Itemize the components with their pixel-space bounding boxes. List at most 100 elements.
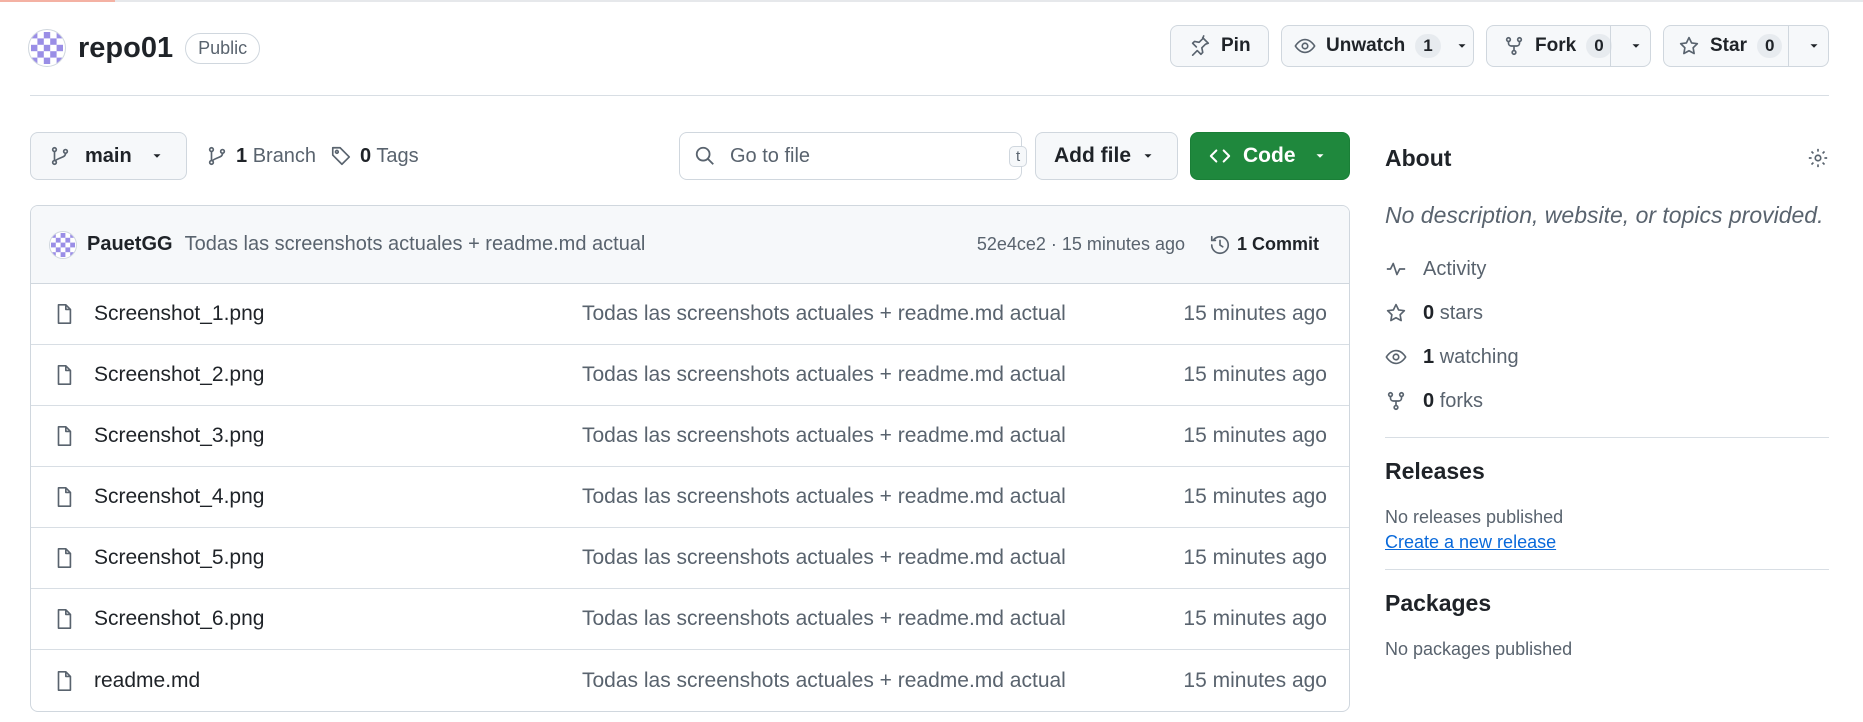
file-name-link[interactable]: Screenshot_2.png [94,363,264,387]
file-row[interactable]: readme.md Todas las screenshots actuales … [31,650,1349,711]
activity-label: Activity [1423,257,1487,280]
file-commit-message[interactable]: Todas las screenshots actuales + readme.… [582,546,1066,570]
watching-word: watching [1439,345,1519,368]
pulse-icon [1385,258,1407,280]
sidebar-divider [1385,569,1829,570]
fork-button[interactable]: Fork 0 [1487,26,1612,66]
file-commit-time: 15 minutes ago [1183,607,1327,630]
fork-dropdown-button[interactable] [1610,26,1661,66]
commit-hash-time[interactable]: 52e4ce2 · 15 minutes ago [977,234,1185,255]
stars-count: 0 [1423,301,1435,324]
releases-section: Releases No releases published Create a … [1385,458,1829,553]
gear-icon[interactable] [1807,147,1829,169]
commit-author-link[interactable]: PauetGG [87,233,173,256]
tag-word: Tags [376,144,419,167]
header-divider [30,95,1829,96]
releases-empty: No releases published [1385,507,1564,527]
chevron-down-icon [1625,35,1647,57]
stars-link[interactable]: 0 stars [1385,291,1829,335]
star-button[interactable]: Star 0 [1664,26,1788,66]
branch-name: main [85,144,132,167]
create-release-link[interactable]: Create a new release [1385,532,1556,553]
star-label: Star [1710,35,1747,56]
releases-title[interactable]: Releases [1385,458,1829,485]
watching-link[interactable]: 1 watching [1385,335,1829,379]
commit-count-label: 1 Commit [1236,234,1319,254]
about-description: No description, website, or topics provi… [1385,202,1824,228]
file-name-link[interactable]: Screenshot_6.png [94,607,264,631]
branch-count: 1 [236,144,248,167]
file-commit-message[interactable]: Todas las screenshots actuales + readme.… [582,485,1066,509]
file-name-link[interactable]: readme.md [94,669,200,693]
file-name-link[interactable]: Screenshot_3.png [94,424,264,448]
file-icon [53,608,75,630]
branch-icon [206,145,228,167]
file-row[interactable]: Screenshot_6.png Todas las screenshots ac… [31,589,1349,650]
eye-icon [1385,346,1407,368]
file-commit-message[interactable]: Todas las screenshots actuales + readme.… [582,607,1066,631]
eye-icon [1294,35,1316,57]
forks-count: 0 [1423,389,1435,412]
star-icon [1678,35,1700,57]
about-title: About [1385,144,1452,171]
activity-link[interactable]: Activity [1385,247,1829,291]
file-commit-time: 15 minutes ago [1183,363,1327,386]
star-button-group: Star 0 [1663,25,1829,67]
code-icon [1209,145,1231,167]
unwatch-button[interactable]: Unwatch 1 [1281,25,1474,67]
branch-word: Branch [252,144,317,167]
file-name-link[interactable]: Screenshot_1.png [94,302,264,326]
file-list: PauetGG Todas las screenshots actuales +… [30,205,1350,712]
shortcut-hint: t [1009,145,1028,167]
search-icon [694,145,716,167]
file-row[interactable]: Screenshot_5.png Todas las screenshots ac… [31,528,1349,589]
packages-title[interactable]: Packages [1385,590,1829,617]
repo-actions: Pin Unwatch 1 Fork 0 Star 0 [1170,25,1829,67]
go-to-file-search: t [679,132,1028,180]
file-name-link[interactable]: Screenshot_5.png [94,546,264,570]
tag-icon [330,145,352,167]
latest-commit-bar: PauetGG Todas las screenshots actuales +… [31,206,1349,284]
file-commit-time: 15 minutes ago [1183,302,1327,325]
star-count: 0 [1756,34,1783,58]
file-commit-message[interactable]: Todas las screenshots actuales + readme.… [582,363,1066,387]
code-label: Code [1243,144,1296,167]
add-file-button[interactable]: Add file [1035,132,1178,180]
tag-count: 0 [360,144,372,167]
file-commit-message[interactable]: Todas las screenshots actuales + readme.… [582,424,1066,448]
code-button[interactable]: Code [1190,132,1350,180]
file-commit-message[interactable]: Todas las screenshots actuales + readme.… [582,302,1066,326]
repo-name-link[interactable]: repo01 [78,32,173,65]
go-to-file-input[interactable] [730,144,995,168]
file-row[interactable]: Screenshot_4.png Todas las screenshots ac… [31,467,1349,528]
file-commit-time: 15 minutes ago [1183,668,1327,692]
commit-message-link[interactable]: Todas las screenshots actuales + readme.… [185,233,646,256]
file-icon [53,547,75,569]
file-row[interactable]: Screenshot_1.png Todas las screenshots ac… [31,284,1349,345]
file-name-link[interactable]: Screenshot_4.png [94,485,264,509]
file-row[interactable]: Screenshot_2.png Todas las screenshots ac… [31,345,1349,406]
commits-link[interactable]: 1 Commit [1209,234,1319,256]
identicon-avatar-icon [51,232,75,257]
forks-link[interactable]: 0 forks [1385,379,1829,423]
star-icon [1385,302,1407,324]
stars-word: stars [1439,301,1484,324]
fork-label: Fork [1535,35,1577,56]
add-file-label: Add file [1054,144,1131,167]
history-icon [1209,234,1231,256]
tags-link[interactable]: 0 Tags [330,132,419,180]
repo-stats: Activity 0 stars 1 watching 0 forks [1385,247,1829,423]
branches-link[interactable]: 1 Branch [206,132,316,180]
fork-icon [1503,35,1525,57]
chevron-down-icon [146,145,168,167]
owner-avatar[interactable] [28,29,66,67]
file-row[interactable]: Screenshot_3.png Todas las screenshots ac… [31,406,1349,467]
unwatch-label: Unwatch [1326,35,1406,56]
file-toolbar: main 1 Branch 0 Tags t Add file Code [30,132,1350,180]
star-dropdown-button[interactable] [1788,26,1839,66]
branch-selector[interactable]: main [30,132,187,180]
pin-button[interactable]: Pin [1170,25,1269,67]
commit-author-avatar[interactable] [49,230,77,259]
file-commit-message[interactable]: Todas las screenshots actuales + readme.… [582,669,1066,693]
commit-meta: 52e4ce2 · 15 minutes ago 1 Commit [977,234,1319,256]
